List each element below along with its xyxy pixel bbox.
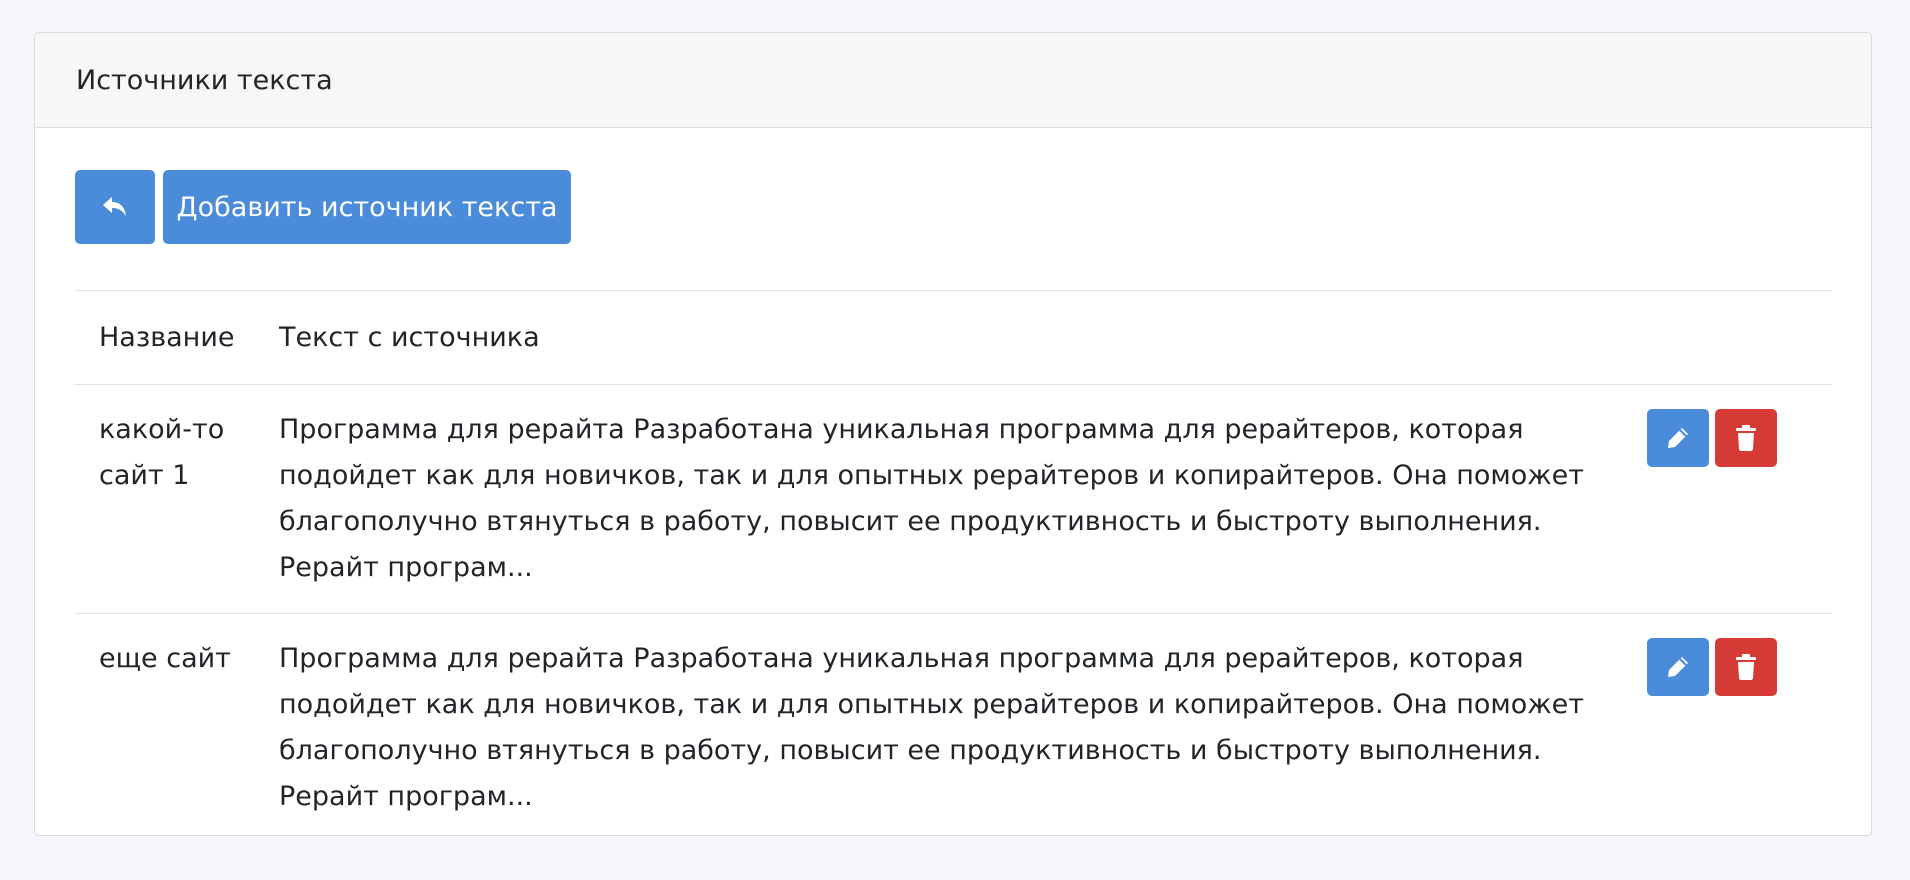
table-row: еще сайт Программа для рерайта Разработа… <box>75 613 1832 835</box>
column-header-text: Текст с источника <box>279 290 1647 385</box>
edit-button[interactable] <box>1647 409 1709 467</box>
row-actions-cell <box>1647 613 1832 835</box>
toolbar: Добавить источник текста <box>75 128 1831 244</box>
row-actions-cell <box>1647 384 1832 614</box>
reply-icon <box>103 197 126 216</box>
sources-table: Название Текст с источника какой-то сайт… <box>75 290 1832 835</box>
table-header-row: Название Текст с источника <box>75 290 1832 385</box>
row-name-cell: какой-то сайт 1 <box>75 384 279 614</box>
edit-button[interactable] <box>1647 638 1709 696</box>
delete-button[interactable] <box>1715 409 1777 467</box>
pencil-icon <box>1668 657 1688 677</box>
column-header-name: Название <box>75 290 279 385</box>
back-button[interactable] <box>75 170 155 244</box>
row-actions <box>1647 636 1802 696</box>
trash-icon <box>1736 654 1756 680</box>
row-text-cell: Программа для рерайта Разработана уникал… <box>279 384 1647 614</box>
delete-button[interactable] <box>1715 638 1777 696</box>
sources-card: Источники текста Добавить источник текст… <box>34 32 1872 836</box>
add-source-button[interactable]: Добавить источник текста <box>163 170 571 244</box>
trash-icon <box>1736 425 1756 451</box>
row-actions <box>1647 407 1802 467</box>
table-row: какой-то сайт 1 Программа для рерайта Ра… <box>75 384 1832 614</box>
pencil-icon <box>1668 428 1688 448</box>
column-header-actions <box>1647 290 1832 385</box>
card-body: Добавить источник текста Название Текст … <box>35 128 1871 835</box>
card-header: Источники текста <box>35 33 1871 128</box>
page-title: Источники текста <box>76 64 333 96</box>
row-name-cell: еще сайт <box>75 613 279 835</box>
row-text-cell: Программа для рерайта Разработана уникал… <box>279 613 1647 835</box>
